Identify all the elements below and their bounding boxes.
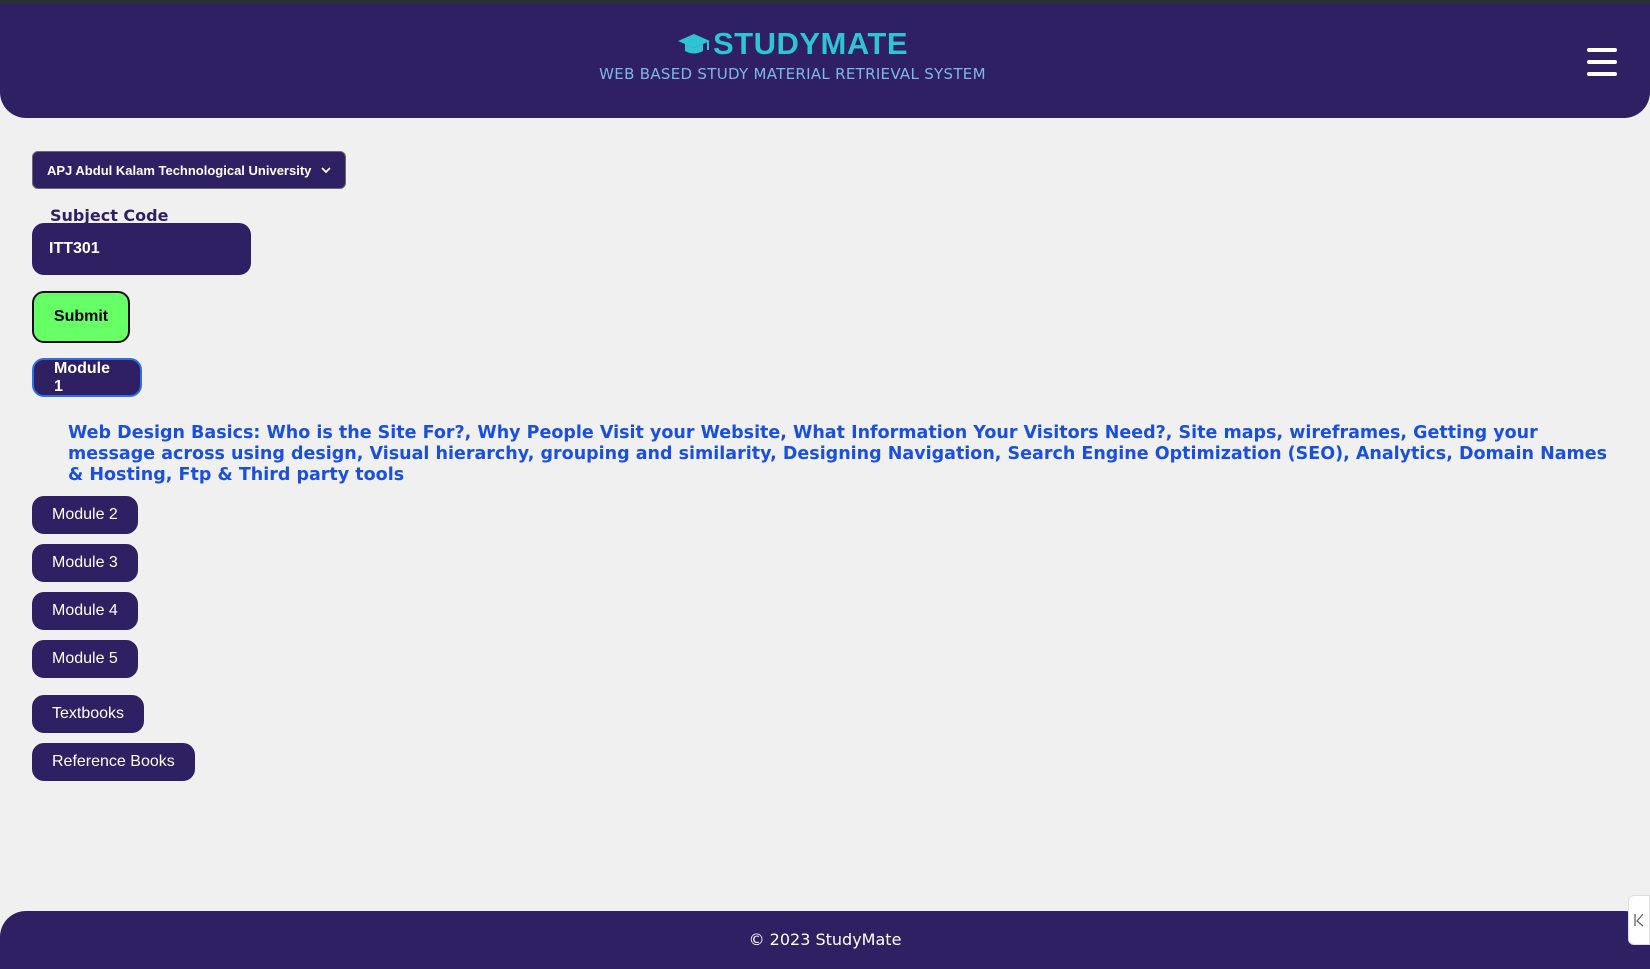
chevron-down-icon [321, 167, 331, 174]
expand-arrows-icon [1634, 913, 1644, 927]
hamburger-menu-icon[interactable] [1587, 48, 1617, 76]
module-1-description: Web Design Basics: Who is the Site For?,… [68, 423, 1608, 485]
module-2-button[interactable]: Module 2 [32, 496, 138, 534]
module-3-button[interactable]: Module 3 [32, 544, 138, 582]
brand-tagline: WEB BASED STUDY MATERIAL RETRIEVAL SYSTE… [599, 65, 986, 83]
subject-code-input[interactable] [32, 223, 251, 275]
module-4-button[interactable]: Module 4 [32, 592, 138, 630]
collapse-widget-icon[interactable] [1628, 895, 1650, 945]
module-1-button[interactable]: Module 1 [32, 358, 142, 397]
graduation-cap-icon [677, 34, 710, 54]
brand-logo[interactable]: STUDYMATE [677, 26, 908, 62]
submit-button[interactable]: Submit [32, 291, 130, 343]
university-select[interactable]: APJ Abdul Kalam Technological University [32, 151, 346, 189]
footer-copyright: © 2023 StudyMate [748, 930, 902, 949]
module-5-button[interactable]: Module 5 [32, 640, 138, 678]
university-select-value: APJ Abdul Kalam Technological University [47, 162, 312, 178]
site-header: STUDYMATE WEB BASED STUDY MATERIAL RETRI… [0, 4, 1650, 118]
site-footer: © 2023 StudyMate [0, 911, 1650, 969]
reference-books-button[interactable]: Reference Books [32, 743, 195, 781]
brand-title: STUDYMATE [712, 26, 909, 61]
brand-block: STUDYMATE WEB BASED STUDY MATERIAL RETRI… [0, 26, 1585, 83]
textbooks-button[interactable]: Textbooks [32, 695, 144, 733]
